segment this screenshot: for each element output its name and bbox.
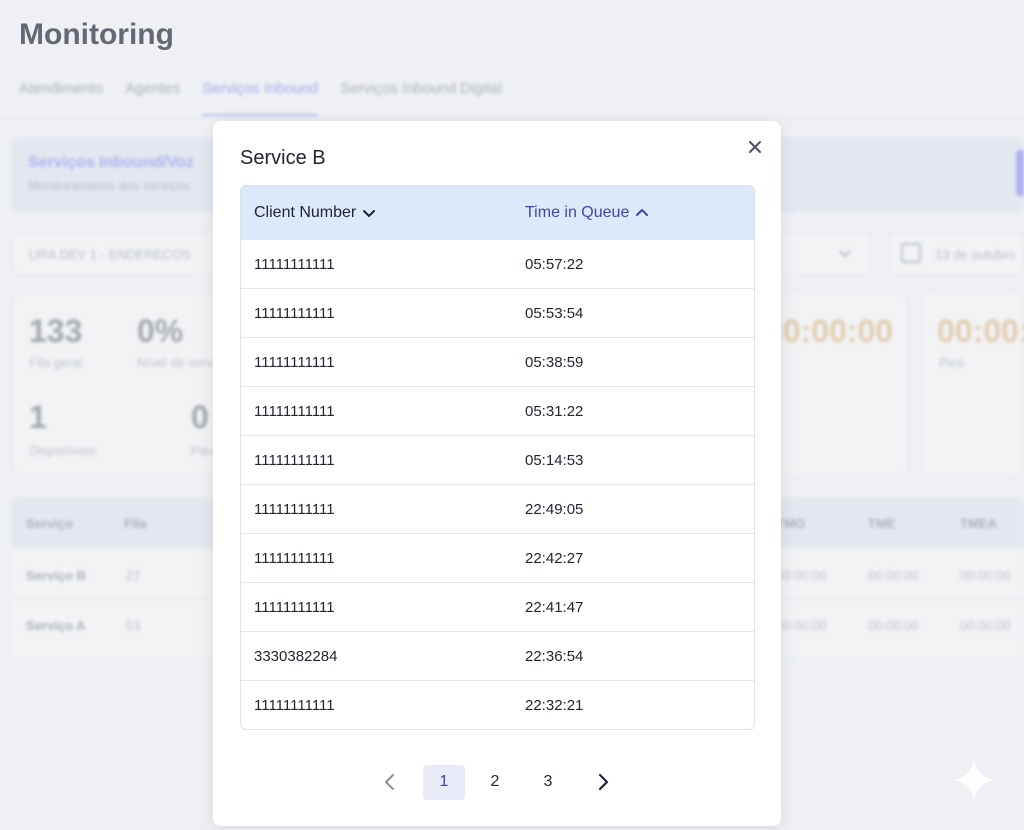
queue-table: Client Number Time in Queue 11111111111 … [240, 185, 755, 730]
next-page-button[interactable] [582, 765, 624, 800]
client-number-cell: 11111111111 [254, 402, 335, 420]
column-header-client-number[interactable]: Client Number [241, 204, 525, 222]
table-row: 11111111111 22:42:27 [241, 533, 754, 582]
time-in-queue-cell: 05:14:53 [525, 451, 584, 469]
queue-detail-modal: Service B Client Number Time in Queue 11… [213, 121, 781, 826]
time-in-queue-cell: 22:32:21 [525, 696, 584, 714]
table-row: 11111111111 22:41:47 [241, 582, 754, 631]
time-in-queue-cell: 22:41:47 [525, 598, 584, 616]
page-button-2[interactable]: 2 [474, 765, 516, 800]
client-number-cell: 11111111111 [254, 696, 335, 714]
client-number-cell: 11111111111 [254, 598, 335, 616]
pagination: 1 2 3 [213, 764, 781, 800]
close-icon [749, 141, 761, 153]
chevron-left-icon [385, 774, 394, 790]
client-number-cell: 11111111111 [254, 451, 335, 469]
previous-page-button[interactable] [369, 765, 411, 800]
time-in-queue-cell: 22:36:54 [525, 647, 584, 665]
table-row: 11111111111 05:57:22 [241, 239, 754, 288]
table-row: 3330382284 22:36:54 [241, 631, 754, 680]
chevron-right-icon [598, 773, 609, 791]
chevron-up-icon [636, 208, 649, 216]
modal-title: Service B [240, 147, 326, 169]
table-row: 11111111111 05:38:59 [241, 337, 754, 386]
page-button-1[interactable]: 1 [423, 764, 465, 800]
column-header-label: Client Number [254, 203, 357, 221]
column-header-label: Time in Queue [525, 203, 630, 221]
chevron-down-icon [363, 209, 376, 217]
time-in-queue-cell: 05:31:22 [525, 402, 584, 420]
time-in-queue-cell: 22:49:05 [525, 500, 584, 518]
time-in-queue-cell: 05:53:54 [525, 304, 584, 322]
table-row: 11111111111 05:53:54 [241, 288, 754, 337]
table-row: 11111111111 22:49:05 [241, 484, 754, 533]
table-row: 11111111111 22:32:21 [241, 680, 754, 729]
close-button[interactable] [743, 135, 767, 159]
client-number-cell: 11111111111 [254, 500, 335, 518]
page-button-3[interactable]: 3 [527, 765, 569, 800]
table-row: 11111111111 05:31:22 [241, 386, 754, 435]
client-number-cell: 11111111111 [254, 304, 335, 322]
table-header: Client Number Time in Queue [241, 186, 754, 239]
time-in-queue-cell: 05:38:59 [525, 353, 584, 371]
time-in-queue-cell: 22:42:27 [525, 549, 584, 567]
client-number-cell: 11111111111 [254, 353, 335, 371]
client-number-cell: 11111111111 [254, 549, 335, 567]
column-header-time-in-queue[interactable]: Time in Queue [525, 204, 649, 222]
time-in-queue-cell: 05:57:22 [525, 255, 584, 273]
sparkle-icon [952, 758, 996, 802]
client-number-cell: 3330382284 [254, 647, 338, 665]
client-number-cell: 11111111111 [254, 255, 335, 273]
table-row: 11111111111 05:14:53 [241, 435, 754, 484]
